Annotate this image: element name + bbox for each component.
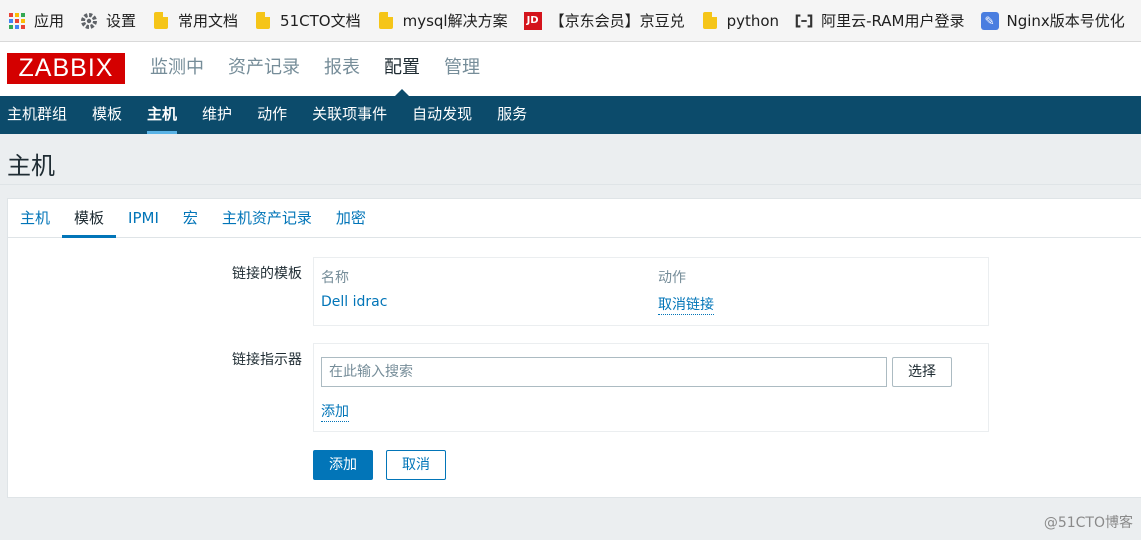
bookmark-folder-mysql[interactable]: mysql解决方案 xyxy=(377,0,508,41)
tab-templates[interactable]: 模板 xyxy=(62,199,117,238)
folder-icon xyxy=(254,12,272,30)
zabbix-logo[interactable]: ZABBIX xyxy=(7,53,125,84)
template-link-dell-idrac[interactable]: Dell idrac xyxy=(321,294,387,310)
submenu-templates[interactable]: 模板 xyxy=(92,96,122,134)
bookmark-label: mysql解决方案 xyxy=(402,12,508,30)
apps-grid-icon xyxy=(8,12,26,30)
linked-templates-table: 名称 动作 Dell idrac 取消链接 xyxy=(313,257,989,326)
bookmark-aliyun[interactable]: 阿里云-RAM用户登录 xyxy=(795,0,965,41)
main-menu: 监测中 资产记录 报表 配置 管理 xyxy=(150,42,504,96)
submenu-hosts[interactable]: 主机 xyxy=(147,96,178,134)
bookmark-label: Nginx版本号优化 xyxy=(1006,12,1125,30)
bookmark-apps[interactable]: 应用 xyxy=(8,0,65,41)
add-template-link[interactable]: 添加 xyxy=(321,401,349,422)
bookmark-label: 阿里云-RAM用户登录 xyxy=(821,12,965,30)
bookmark-label: 51CTO文档 xyxy=(280,12,361,30)
unlink-button[interactable]: 取消链接 xyxy=(658,294,714,315)
folder-icon xyxy=(377,12,395,30)
watermark: @51CTO博客 xyxy=(1043,515,1133,531)
menu-reports[interactable]: 报表 xyxy=(324,42,360,96)
bookmark-label: 设置 xyxy=(106,12,137,30)
submenu-discovery[interactable]: 自动发现 xyxy=(412,96,472,134)
folder-icon xyxy=(152,12,170,30)
gear-icon xyxy=(80,12,98,30)
bookmarks-bar: 应用 设置 常用文档 51CTO文档 mysql解决方案 JD 【京东会员】京豆… xyxy=(0,0,1141,42)
submenu-correlation[interactable]: 关联项事件 xyxy=(312,96,387,134)
column-action-header: 动作 xyxy=(658,270,686,286)
top-navigation: ZABBIX 监测中 资产记录 报表 配置 管理 xyxy=(0,42,1141,96)
aliyun-icon xyxy=(795,12,813,30)
menu-monitoring[interactable]: 监测中 xyxy=(150,42,204,96)
template-search-input[interactable]: 在此输入搜索 xyxy=(321,357,887,387)
bookmark-jd[interactable]: JD 【京东会员】京豆兑换 xyxy=(523,0,685,41)
submenu-host-groups[interactable]: 主机群组 xyxy=(7,96,67,134)
host-form-panel: 主机 模板 IPMI 宏 主机资产记录 加密 链接的模板 名称 动作 Dell … xyxy=(7,198,1141,498)
add-button[interactable]: 添加 xyxy=(313,450,373,480)
link-indicator-box: 在此输入搜索 选择 添加 xyxy=(313,343,989,432)
menu-inventory[interactable]: 资产记录 xyxy=(228,42,300,96)
jd-icon: JD xyxy=(523,11,542,30)
bookmark-nginx[interactable]: ✎ Nginx版本号优化 xyxy=(980,0,1125,41)
menu-administration[interactable]: 管理 xyxy=(444,42,480,96)
cancel-button[interactable]: 取消 xyxy=(386,450,446,480)
form-tabs: 主机 模板 IPMI 宏 主机资产记录 加密 xyxy=(8,199,1141,238)
bookmark-label: python xyxy=(726,11,780,30)
column-name-header: 名称 xyxy=(321,270,349,286)
nginx-icon: ✎ xyxy=(980,11,999,30)
tab-macros[interactable]: 宏 xyxy=(183,199,198,237)
bookmark-label: 应用 xyxy=(34,12,65,30)
bookmark-label: 常用文档 xyxy=(178,12,239,30)
bookmark-folder-51cto[interactable]: 51CTO文档 xyxy=(254,0,361,41)
tab-ipmi[interactable]: IPMI xyxy=(128,199,159,237)
page-title: 主机 xyxy=(7,152,55,180)
menu-configuration[interactable]: 配置 xyxy=(384,42,420,96)
bookmark-folder-python[interactable]: python xyxy=(701,0,780,41)
folder-icon xyxy=(701,12,719,30)
bookmark-folder-docs[interactable]: 常用文档 xyxy=(152,0,239,41)
sub-menu: 主机群组 模板 主机 维护 动作 关联项事件 自动发现 服务 xyxy=(0,96,1141,134)
submenu-maintenance[interactable]: 维护 xyxy=(202,96,232,134)
linked-templates-label: 链接的模板 xyxy=(232,266,302,282)
submenu-services[interactable]: 服务 xyxy=(497,96,527,134)
link-indicator-label: 链接指示器 xyxy=(232,352,302,368)
tab-inventory[interactable]: 主机资产记录 xyxy=(222,199,312,237)
bookmark-label: 【京东会员】京豆兑换 xyxy=(549,12,685,30)
tab-host[interactable]: 主机 xyxy=(20,199,50,237)
divider xyxy=(0,184,1141,185)
tab-encryption[interactable]: 加密 xyxy=(336,199,366,237)
select-button[interactable]: 选择 xyxy=(892,357,952,387)
submenu-actions[interactable]: 动作 xyxy=(257,96,287,134)
bookmark-settings[interactable]: 设置 xyxy=(80,0,137,41)
